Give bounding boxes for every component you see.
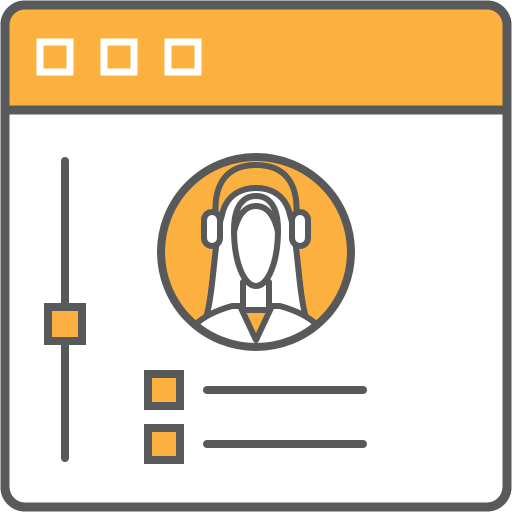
illustration (0, 0, 512, 512)
checkbox-icon[interactable] (144, 370, 184, 410)
slider-thumb[interactable] (44, 303, 86, 345)
title-bar (9, 9, 503, 106)
checkbox-icon[interactable] (144, 424, 184, 464)
user-profile-window-icon (0, 0, 512, 512)
